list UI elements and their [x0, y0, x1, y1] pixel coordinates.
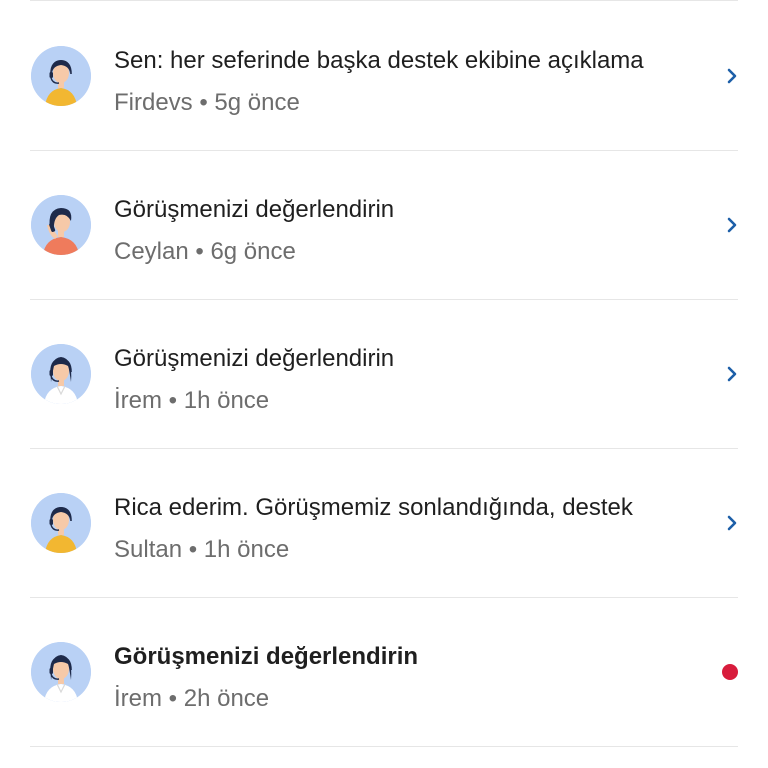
chevron-right-icon[interactable]: [724, 514, 740, 532]
conversation-title: Görüşmenizi değerlendirin: [114, 345, 395, 372]
conversation-meta: İrem • 1h önce: [114, 387, 270, 414]
unread-dot-icon: [722, 664, 738, 680]
chevron-right-icon[interactable]: [724, 67, 740, 85]
conversation-title: Görüşmenizi değerlendirin: [114, 196, 395, 223]
conversation-title: Rica ederim. Görüşmemiz sonlandığında, d…: [114, 494, 633, 521]
divider: [30, 746, 738, 747]
support-agent-yellow-icon: [31, 46, 91, 106]
agent-avatar: [31, 344, 91, 404]
conversation-item-firdevs[interactable]: Sen: her seferinde başka destek ekibine …: [0, 2, 768, 150]
agent-avatar: [31, 493, 91, 553]
conversation-list: Sen: her seferinde başka destek ekibine …: [0, 0, 768, 768]
agent-avatar: [31, 46, 91, 106]
conversation-title: Sen: her seferinde başka destek ekibine …: [114, 47, 644, 74]
conversation-item-irem[interactable]: Görüşmenizi değerlendirin İrem • 1h önce: [0, 300, 768, 448]
conversation-meta: Firdevs • 5g önce: [114, 89, 300, 116]
support-agent-orange-icon: [31, 195, 91, 255]
conversation-item-sultan[interactable]: Rica ederim. Görüşmemiz sonlandığında, d…: [0, 449, 768, 597]
conversation-meta: Sultan • 1h önce: [114, 536, 290, 563]
divider: [30, 0, 738, 1]
agent-avatar: [31, 195, 91, 255]
conversation-item-irem-unread[interactable]: Görüşmenizi değerlendirin İrem • 2h önce: [0, 598, 768, 746]
chevron-right-icon[interactable]: [724, 216, 740, 234]
conversation-item-ceylan[interactable]: Görüşmenizi değerlendirin Ceylan • 6g ön…: [0, 151, 768, 299]
chevron-right-icon[interactable]: [724, 365, 740, 383]
support-agent-white-icon: [31, 344, 91, 404]
conversation-meta: İrem • 2h önce: [114, 685, 270, 712]
conversation-title: Görüşmenizi değerlendirin: [114, 643, 419, 670]
agent-avatar: [31, 642, 91, 702]
conversation-meta: Ceylan • 6g önce: [114, 238, 296, 265]
support-agent-white-icon: [31, 642, 91, 702]
support-agent-yellow-icon: [31, 493, 91, 553]
